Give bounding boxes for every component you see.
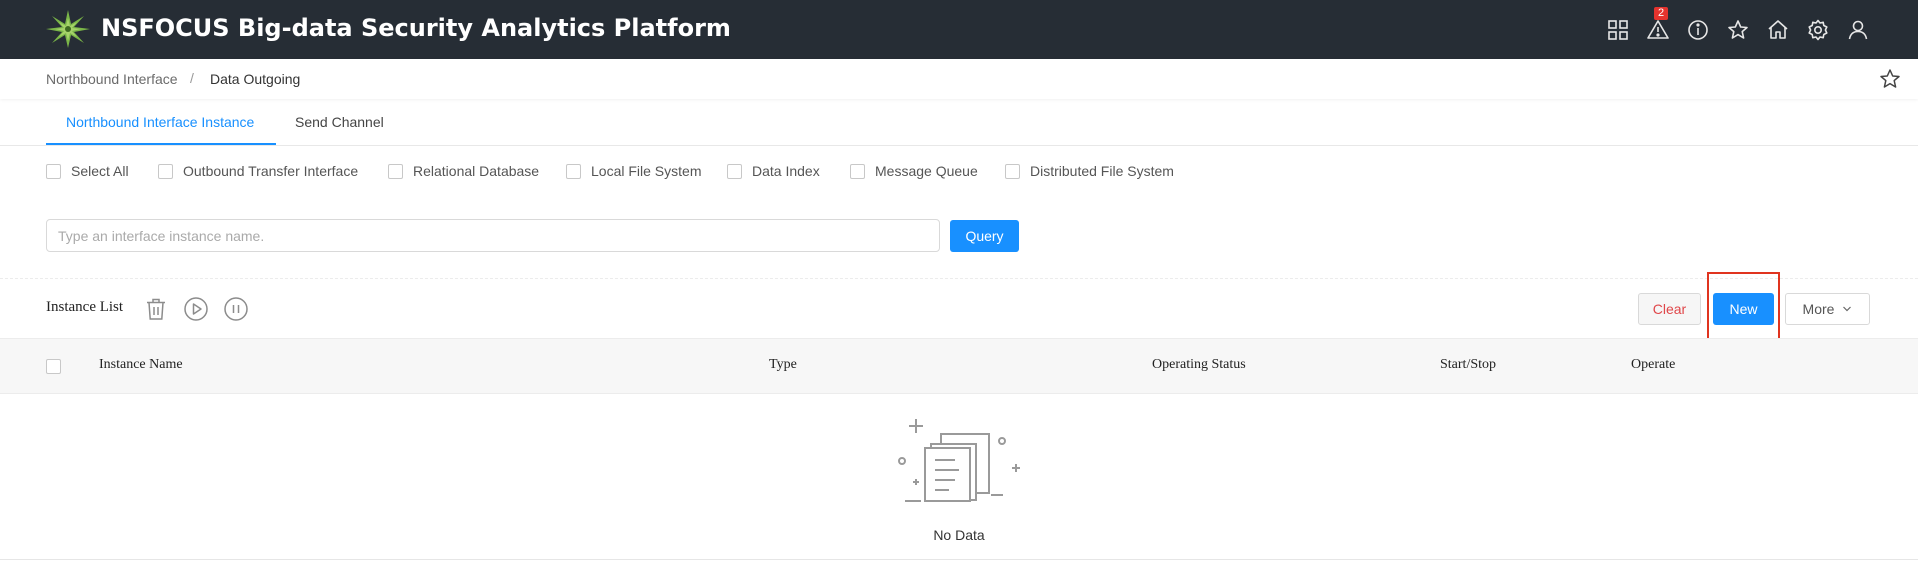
column-operating-status: Operating Status: [1152, 357, 1246, 372]
info-icon[interactable]: [1685, 17, 1711, 43]
table-header: Instance Name Type Operating Status Star…: [0, 338, 1918, 394]
more-dropdown-button[interactable]: More: [1785, 293, 1870, 325]
filter-relational-database[interactable]: Relational Database: [388, 163, 539, 179]
pause-icon[interactable]: [223, 296, 249, 322]
active-tab-indicator: [46, 143, 276, 145]
query-button[interactable]: Query: [950, 220, 1019, 252]
checkbox-label: Distributed File System: [1030, 163, 1174, 179]
checkbox-label: Relational Database: [413, 163, 540, 179]
checkbox-label: Local File System: [591, 163, 702, 179]
checkbox[interactable]: [158, 163, 173, 179]
breadcrumb: Northbound Interface / Data Outgoing: [0, 59, 1918, 99]
breadcrumb-parent-link[interactable]: Northbound Interface: [46, 71, 178, 87]
nsfocus-logo: [46, 10, 90, 48]
alert-count-badge: 2: [1654, 7, 1668, 20]
tab-bar: Northbound Interface Instance Send Chann…: [0, 99, 1918, 146]
select-all-rows-checkbox[interactable]: [46, 359, 61, 374]
checkbox[interactable]: [388, 163, 403, 179]
app-title: NSFOCUS Big-data Security Analytics Plat…: [101, 14, 731, 42]
user-icon[interactable]: [1845, 17, 1871, 43]
instance-name-search-input[interactable]: [46, 219, 940, 252]
tab-northbound-interface-instance[interactable]: Northbound Interface Instance: [66, 114, 254, 130]
breadcrumb-current: Data Outgoing: [210, 71, 301, 87]
gear-icon[interactable]: [1805, 17, 1831, 43]
column-operate: Operate: [1631, 357, 1676, 372]
start-play-icon[interactable]: [183, 296, 209, 322]
column-start-stop: Start/Stop: [1440, 357, 1497, 372]
chevron-down-icon: [1843, 306, 1852, 312]
filter-distributed-file-system[interactable]: Distributed File System: [1005, 163, 1174, 179]
type-filter-checkboxes: Select All Outbound Transfer Interface R…: [0, 160, 1918, 182]
checkbox-label: Outbound Transfer Interface: [183, 163, 359, 179]
checkbox[interactable]: [46, 163, 61, 179]
filter-local-file-system[interactable]: Local File System: [566, 163, 701, 179]
breadcrumb-separator: /: [190, 70, 194, 86]
checkbox-label: Data Index: [752, 163, 820, 179]
column-instance-name: Instance Name: [99, 357, 183, 372]
delete-trash-icon[interactable]: [143, 296, 169, 322]
more-button-label: More: [1802, 301, 1835, 317]
checkbox[interactable]: [1005, 163, 1020, 179]
alert-icon[interactable]: [1645, 17, 1671, 43]
empty-state-text: No Data: [933, 527, 985, 543]
empty-state: No Data: [0, 527, 1918, 543]
clear-button[interactable]: Clear: [1638, 293, 1701, 325]
favorite-star-icon[interactable]: [1878, 67, 1902, 91]
grid-icon[interactable]: [1605, 17, 1631, 43]
filter-outbound-transfer-interface[interactable]: Outbound Transfer Interface: [158, 163, 358, 179]
checkbox[interactable]: [566, 163, 581, 179]
filter-data-index[interactable]: Data Index: [727, 163, 820, 179]
star-icon[interactable]: [1725, 17, 1751, 43]
instance-list-title: Instance List: [46, 299, 124, 315]
checkbox-label: Message Queue: [875, 163, 978, 179]
checkbox-label: Select All: [71, 163, 129, 179]
empty-documents-icon: [898, 419, 1020, 502]
top-header: NSFOCUS Big-data Security Analytics Plat…: [0, 0, 1918, 59]
highlight-annotation-box: [1707, 272, 1780, 344]
checkbox[interactable]: [727, 163, 742, 179]
tab-send-channel[interactable]: Send Channel: [295, 114, 384, 130]
filter-select-all[interactable]: Select All: [46, 163, 129, 179]
home-icon[interactable]: [1765, 17, 1791, 43]
column-type: Type: [769, 357, 797, 372]
table-bottom-border: [0, 559, 1918, 560]
filter-message-queue[interactable]: Message Queue: [850, 163, 978, 179]
section-divider: [0, 278, 1918, 279]
checkbox[interactable]: [850, 163, 865, 179]
